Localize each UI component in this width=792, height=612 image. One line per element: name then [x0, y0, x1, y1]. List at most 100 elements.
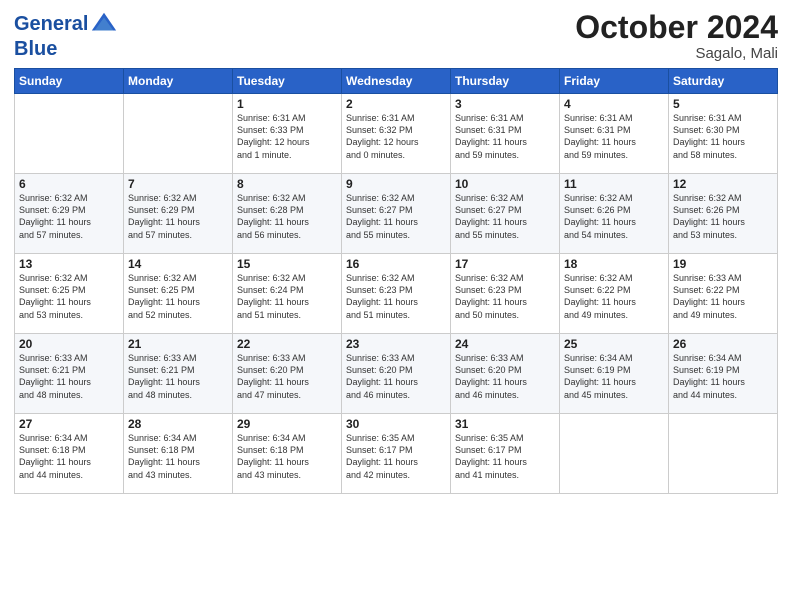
day-info: Sunrise: 6:33 AM Sunset: 6:21 PM Dayligh… [128, 352, 228, 401]
weekday-header-row: SundayMondayTuesdayWednesdayThursdayFrid… [15, 69, 778, 94]
day-cell: 31Sunrise: 6:35 AM Sunset: 6:17 PM Dayli… [451, 414, 560, 494]
day-number: 6 [19, 177, 119, 191]
day-cell [15, 94, 124, 174]
day-number: 15 [237, 257, 337, 271]
day-number: 13 [19, 257, 119, 271]
day-info: Sunrise: 6:34 AM Sunset: 6:19 PM Dayligh… [564, 352, 664, 401]
day-number: 24 [455, 337, 555, 351]
day-cell: 15Sunrise: 6:32 AM Sunset: 6:24 PM Dayli… [233, 254, 342, 334]
day-cell: 21Sunrise: 6:33 AM Sunset: 6:21 PM Dayli… [124, 334, 233, 414]
day-info: Sunrise: 6:35 AM Sunset: 6:17 PM Dayligh… [455, 432, 555, 481]
title-area: October 2024 Sagalo, Mali [575, 10, 778, 62]
day-number: 20 [19, 337, 119, 351]
week-row-2: 6Sunrise: 6:32 AM Sunset: 6:29 PM Daylig… [15, 174, 778, 254]
week-row-4: 20 Sunrise: 6:33 AM Sunset: 6:21 PM Dayli… [15, 334, 778, 414]
day-number: 28 [128, 417, 228, 431]
day-cell: 17Sunrise: 6:32 AM Sunset: 6:23 PM Dayli… [451, 254, 560, 334]
day-cell: 25Sunrise: 6:34 AM Sunset: 6:19 PM Dayli… [560, 334, 669, 414]
day-cell: 5Sunrise: 6:31 AM Sunset: 6:30 PM Daylig… [669, 94, 778, 174]
day-info: Sunrise: 6:33 AM Sunset: 6:20 PM Dayligh… [346, 352, 446, 401]
day-cell: 13Sunrise: 6:32 AM Sunset: 6:25 PM Dayli… [15, 254, 124, 334]
logo-icon [90, 10, 118, 38]
day-number: 7 [128, 177, 228, 191]
day-cell: 28Sunrise: 6:34 AM Sunset: 6:18 PM Dayli… [124, 414, 233, 494]
day-info: Sunrise: 6:32 AM Sunset: 6:25 PM Dayligh… [128, 272, 228, 321]
logo-text: General [14, 13, 88, 35]
day-info: Sunrise: 6:32 AM Sunset: 6:22 PM Dayligh… [564, 272, 664, 321]
day-number: 2 [346, 97, 446, 111]
day-number: 5 [673, 97, 773, 111]
header: General Blue October 2024 Sagalo, Mali [14, 10, 778, 62]
day-info: Sunrise: 6:32 AM Sunset: 6:29 PM Dayligh… [19, 192, 119, 241]
day-cell: 6Sunrise: 6:32 AM Sunset: 6:29 PM Daylig… [15, 174, 124, 254]
day-info: Sunrise: 6:32 AM Sunset: 6:23 PM Dayligh… [455, 272, 555, 321]
day-number: 27 [19, 417, 119, 431]
day-cell: 24Sunrise: 6:33 AM Sunset: 6:20 PM Dayli… [451, 334, 560, 414]
day-info: Sunrise: 6:32 AM Sunset: 6:26 PM Dayligh… [564, 192, 664, 241]
weekday-header-sunday: Sunday [15, 69, 124, 94]
day-cell: 14Sunrise: 6:32 AM Sunset: 6:25 PM Dayli… [124, 254, 233, 334]
week-row-3: 13 Sunrise: 6:32 AM Sunset: 6:25 PM Dayli… [15, 254, 778, 334]
day-number: 14 [128, 257, 228, 271]
day-info: Sunrise: 6:31 AM Sunset: 6:31 PM Dayligh… [564, 112, 664, 161]
day-cell: 16Sunrise: 6:32 AM Sunset: 6:23 PM Dayli… [342, 254, 451, 334]
day-number: 26 [673, 337, 773, 351]
logo: General Blue [14, 10, 118, 60]
day-info: Sunrise: 6:34 AM Sunset: 6:19 PM Dayligh… [673, 352, 773, 401]
day-number: 23 [346, 337, 446, 351]
day-info: Sunrise: 6:31 AM Sunset: 6:33 PM Dayligh… [237, 112, 337, 161]
page: General Blue October 2024 Sagalo, Mali S… [0, 0, 792, 612]
day-cell: 26Sunrise: 6:34 AM Sunset: 6:19 PM Dayli… [669, 334, 778, 414]
day-cell: 11Sunrise: 6:32 AM Sunset: 6:26 PM Dayli… [560, 174, 669, 254]
day-info: Sunrise: 6:31 AM Sunset: 6:30 PM Dayligh… [673, 112, 773, 161]
day-cell: 12Sunrise: 6:32 AM Sunset: 6:26 PM Dayli… [669, 174, 778, 254]
day-cell [124, 94, 233, 174]
day-number: 1 [237, 97, 337, 111]
day-cell: 30Sunrise: 6:35 AM Sunset: 6:17 PM Dayli… [342, 414, 451, 494]
day-number: 21 [128, 337, 228, 351]
day-cell [669, 414, 778, 494]
day-info: Sunrise: 6:32 AM Sunset: 6:24 PM Dayligh… [237, 272, 337, 321]
day-cell: 2Sunrise: 6:31 AM Sunset: 6:32 PM Daylig… [342, 94, 451, 174]
day-number: 11 [564, 177, 664, 191]
calendar: SundayMondayTuesdayWednesdayThursdayFrid… [14, 68, 778, 494]
day-info: Sunrise: 6:33 AM Sunset: 6:20 PM Dayligh… [237, 352, 337, 401]
day-cell: 27Sunrise: 6:34 AM Sunset: 6:18 PM Dayli… [15, 414, 124, 494]
day-cell: 29Sunrise: 6:34 AM Sunset: 6:18 PM Dayli… [233, 414, 342, 494]
day-info: Sunrise: 6:34 AM Sunset: 6:18 PM Dayligh… [128, 432, 228, 481]
weekday-header-saturday: Saturday [669, 69, 778, 94]
day-number: 12 [673, 177, 773, 191]
day-number: 25 [564, 337, 664, 351]
day-number: 4 [564, 97, 664, 111]
day-cell: 10Sunrise: 6:32 AM Sunset: 6:27 PM Dayli… [451, 174, 560, 254]
day-info: Sunrise: 6:32 AM Sunset: 6:23 PM Dayligh… [346, 272, 446, 321]
day-cell: 7Sunrise: 6:32 AM Sunset: 6:29 PM Daylig… [124, 174, 233, 254]
day-info: Sunrise: 6:32 AM Sunset: 6:27 PM Dayligh… [346, 192, 446, 241]
day-cell: 4Sunrise: 6:31 AM Sunset: 6:31 PM Daylig… [560, 94, 669, 174]
day-number: 29 [237, 417, 337, 431]
week-row-5: 27 Sunrise: 6:34 AM Sunset: 6:18 PM Dayli… [15, 414, 778, 494]
day-info: Sunrise: 6:32 AM Sunset: 6:28 PM Dayligh… [237, 192, 337, 241]
weekday-header-thursday: Thursday [451, 69, 560, 94]
day-info: Sunrise: 6:32 AM Sunset: 6:29 PM Dayligh… [128, 192, 228, 241]
day-cell [560, 414, 669, 494]
day-number: 16 [346, 257, 446, 271]
day-cell: 1Sunrise: 6:31 AM Sunset: 6:33 PM Daylig… [233, 94, 342, 174]
month-title: October 2024 [575, 10, 778, 45]
location: Sagalo, Mali [575, 45, 778, 62]
day-number: 30 [346, 417, 446, 431]
day-number: 19 [673, 257, 773, 271]
logo-text-line2: Blue [14, 38, 118, 60]
day-cell: 3Sunrise: 6:31 AM Sunset: 6:31 PM Daylig… [451, 94, 560, 174]
weekday-header-tuesday: Tuesday [233, 69, 342, 94]
day-number: 18 [564, 257, 664, 271]
day-cell: 22Sunrise: 6:33 AM Sunset: 6:20 PM Dayli… [233, 334, 342, 414]
day-number: 10 [455, 177, 555, 191]
day-cell: 20Sunrise: 6:33 AM Sunset: 6:21 PM Dayli… [15, 334, 124, 414]
day-number: 17 [455, 257, 555, 271]
day-number: 31 [455, 417, 555, 431]
day-cell: 23Sunrise: 6:33 AM Sunset: 6:20 PM Dayli… [342, 334, 451, 414]
weekday-header-monday: Monday [124, 69, 233, 94]
day-info: Sunrise: 6:33 AM Sunset: 6:22 PM Dayligh… [673, 272, 773, 321]
day-cell: 18Sunrise: 6:32 AM Sunset: 6:22 PM Dayli… [560, 254, 669, 334]
